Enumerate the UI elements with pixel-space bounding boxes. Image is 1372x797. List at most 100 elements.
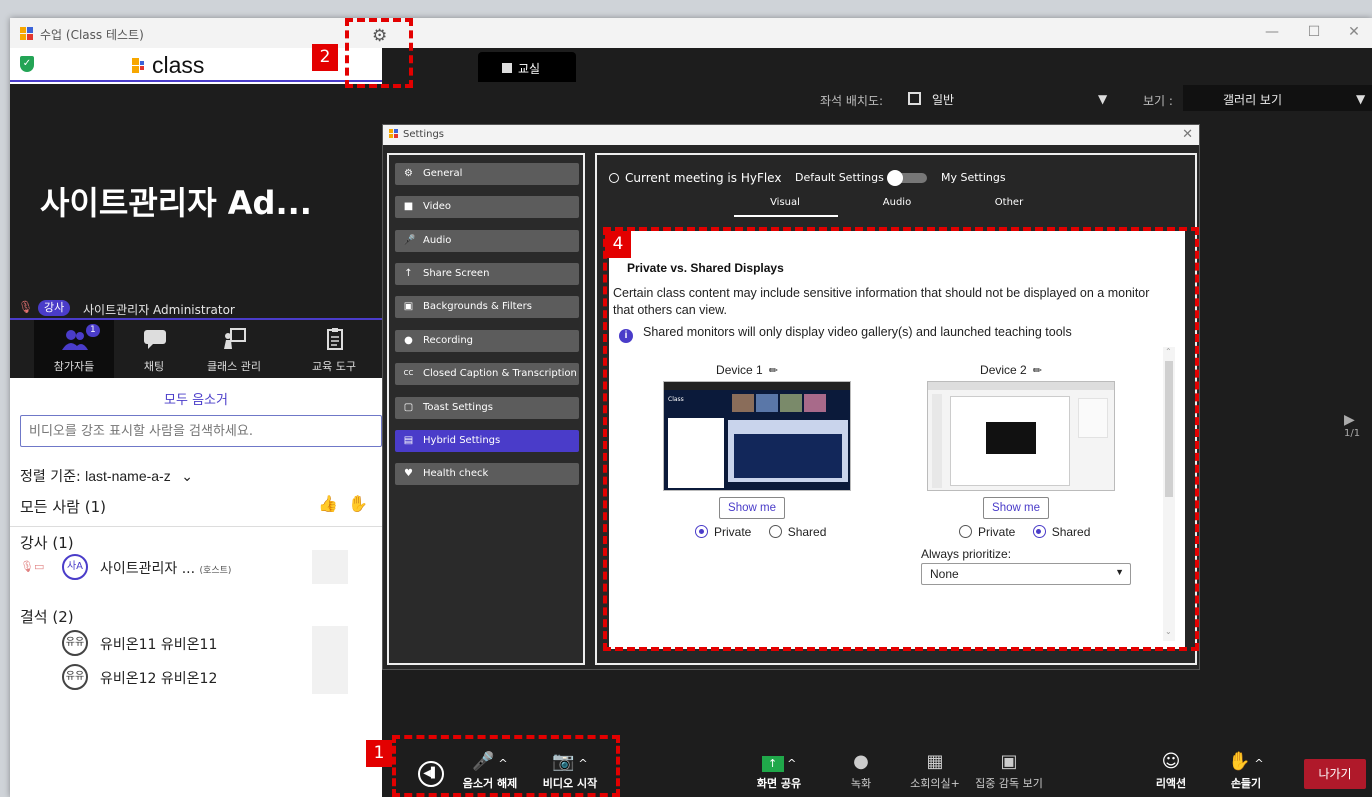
avatar: 유유: [62, 630, 88, 656]
menu-item-recording[interactable]: ● Recording: [395, 330, 579, 352]
app-logo-icon: [20, 27, 33, 40]
menu-item-audio[interactable]: 🎤 Audio: [395, 230, 579, 252]
leave-button[interactable]: 나가기: [1304, 759, 1366, 789]
participant-name: 유비온11 유비온11: [100, 637, 218, 653]
monitor-icon: ▤: [403, 435, 414, 446]
row-action-area[interactable]: [312, 626, 348, 660]
caret-down-icon[interactable]: ▼: [1356, 92, 1365, 106]
close-icon[interactable]: ✕: [1182, 127, 1193, 142]
clipboard-icon: [327, 328, 343, 350]
raise-hand-icon[interactable]: ✋: [348, 494, 368, 513]
menu-label: Backgrounds & Filters: [423, 301, 532, 312]
maximize-button[interactable]: ☐: [1304, 24, 1324, 42]
role-badge: 강사: [38, 300, 71, 316]
view-value: 갤러리 보기: [1223, 93, 1283, 107]
menu-label: Health check: [423, 468, 489, 479]
page-indicator: 1/1: [1344, 428, 1361, 439]
sort-dropdown[interactable]: 정렬 기준: last-name-a-z ⌄: [20, 466, 193, 486]
menu-label: Share Screen: [423, 268, 490, 279]
breakout-rooms-button[interactable]: ▦ 소회의실+: [900, 747, 970, 797]
share-screen-button[interactable]: ↑ ^ 화면 공유: [742, 747, 816, 797]
menu-item-closed-caption[interactable]: CC Closed Caption & Transcription: [395, 363, 579, 385]
tab-other[interactable]: Other: [959, 197, 1059, 208]
settings-toggle[interactable]: [887, 170, 927, 186]
annotation-badge-4: 4: [605, 231, 631, 258]
menu-item-health-check[interactable]: ♥ Health check: [395, 463, 579, 485]
tab-classroom[interactable]: 교실: [478, 52, 576, 82]
next-page-icon[interactable]: ▶: [1344, 412, 1360, 428]
menu-item-video[interactable]: ■ Video: [395, 196, 579, 218]
gear-icon[interactable]: ⚙: [372, 26, 387, 46]
tab-visual[interactable]: Visual: [734, 197, 838, 217]
tab-participants[interactable]: 1 참가자들: [34, 320, 114, 378]
tab-teaching-tools[interactable]: 교육 도구: [294, 320, 374, 378]
minimize-button[interactable]: —: [1262, 24, 1282, 42]
room-toolbar: 좌석 배치도: 일반 ▼ 보기 : 갤러리 보기 ▼: [410, 82, 1372, 116]
tab-label: 참가자들: [53, 360, 95, 373]
tab-audio[interactable]: Audio: [847, 197, 947, 208]
video-name-label: 사이트관리자 Administrator: [83, 303, 235, 317]
left-panel: ✓ class 사이트관리자 Ad... 🎙 강사 사이트관리자 Adminis…: [10, 48, 382, 797]
menu-label: Hybrid Settings: [423, 435, 501, 446]
sort-value: last-name-a-z: [85, 468, 171, 484]
menu-item-toast[interactable]: ▢ Toast Settings: [395, 397, 579, 419]
seat-layout-value[interactable]: 일반: [932, 91, 954, 108]
video-icon: ■: [403, 201, 414, 212]
proctor-icon: ▣: [1000, 751, 1018, 772]
proctor-view-button[interactable]: ▣ 집중 감독 보기: [966, 747, 1052, 797]
gallery-pager[interactable]: ▶ 1/1: [1344, 412, 1360, 439]
participant-count-badge: 1: [86, 324, 100, 337]
settings-content: Current meeting is HyFlex Default Settin…: [595, 153, 1199, 665]
participant-search-input[interactable]: [20, 415, 382, 447]
view-select[interactable]: 갤러리 보기: [1183, 85, 1372, 111]
participant-row[interactable]: 유유 유비온12 유비온12: [10, 660, 382, 694]
annotation-badge-1: 1: [366, 740, 392, 767]
tab-chat[interactable]: 채팅: [114, 320, 194, 378]
hyflex-radio[interactable]: [609, 173, 619, 183]
mute-all-button[interactable]: 모두 음소거: [10, 389, 382, 408]
row-action-area[interactable]: [312, 660, 348, 694]
button-label: 소회의실+: [910, 777, 960, 790]
raise-hand-button[interactable]: ✋ ^ 손들기: [1216, 747, 1276, 797]
mic-muted-icon: 🎙: [18, 300, 34, 314]
grid-icon: ▦: [926, 751, 944, 772]
dialog-title-bar: Settings ✕: [383, 125, 1199, 145]
sort-label: 정렬 기준:: [20, 469, 81, 485]
menu-item-hybrid[interactable]: ▤ Hybrid Settings: [395, 430, 579, 452]
seat-layout-label: 좌석 배치도:: [820, 94, 884, 108]
host-tag: (호스트): [199, 566, 232, 576]
caret-down-icon[interactable]: ▼: [1098, 92, 1107, 106]
view-label: 보기 :: [1143, 94, 1173, 108]
participant-name: 사이트관리자 ... (호스트): [100, 561, 232, 577]
microphone-icon: 🎤: [403, 235, 416, 246]
hyflex-label: Current meeting is HyFlex: [625, 171, 782, 185]
hyflex-option[interactable]: Current meeting is HyFlex: [609, 171, 781, 185]
menu-item-backgrounds[interactable]: ▣ Backgrounds & Filters: [395, 296, 579, 318]
participant-row[interactable]: 🎙▭ 사A 사이트관리자 ... (호스트): [10, 550, 382, 584]
class-management-icon: [224, 328, 246, 349]
divider: [10, 526, 382, 527]
toast-icon: ▢: [403, 402, 414, 413]
avatar: 유유: [62, 664, 88, 690]
tab-class-management[interactable]: 클래스 관리: [194, 320, 274, 378]
mic-cam-off-icon: 🎙▭: [20, 560, 45, 573]
reaction-button[interactable]: ☺ 리액션: [1146, 747, 1196, 797]
default-settings-label: Default Settings: [795, 171, 884, 184]
video-participant-name: 사이트관리자 Ad...: [40, 184, 312, 222]
participant-row[interactable]: 유유 유비온11 유비온11: [10, 626, 382, 660]
smiley-icon: ☺: [1161, 751, 1181, 772]
seat-layout-checkbox[interactable]: [908, 92, 921, 105]
share-screen-icon: ↑: [404, 268, 413, 279]
chevron-down-icon: ⌄: [181, 469, 193, 485]
record-button[interactable]: ● 녹화: [836, 747, 886, 797]
brand-name: class: [152, 52, 205, 78]
thumbs-up-icon[interactable]: 👍: [318, 494, 338, 513]
row-action-area[interactable]: [312, 550, 348, 584]
video-tile[interactable]: 사이트관리자 Ad...: [10, 84, 382, 318]
avatar: 사A: [62, 554, 88, 580]
menu-item-share-screen[interactable]: ↑ Share Screen: [395, 263, 579, 285]
background-icon: ▣: [403, 301, 414, 312]
close-window-button[interactable]: ✕: [1344, 24, 1364, 42]
menu-item-general[interactable]: ⚙ General: [395, 163, 579, 185]
everyone-header: 모든 사람 (1): [20, 498, 106, 516]
